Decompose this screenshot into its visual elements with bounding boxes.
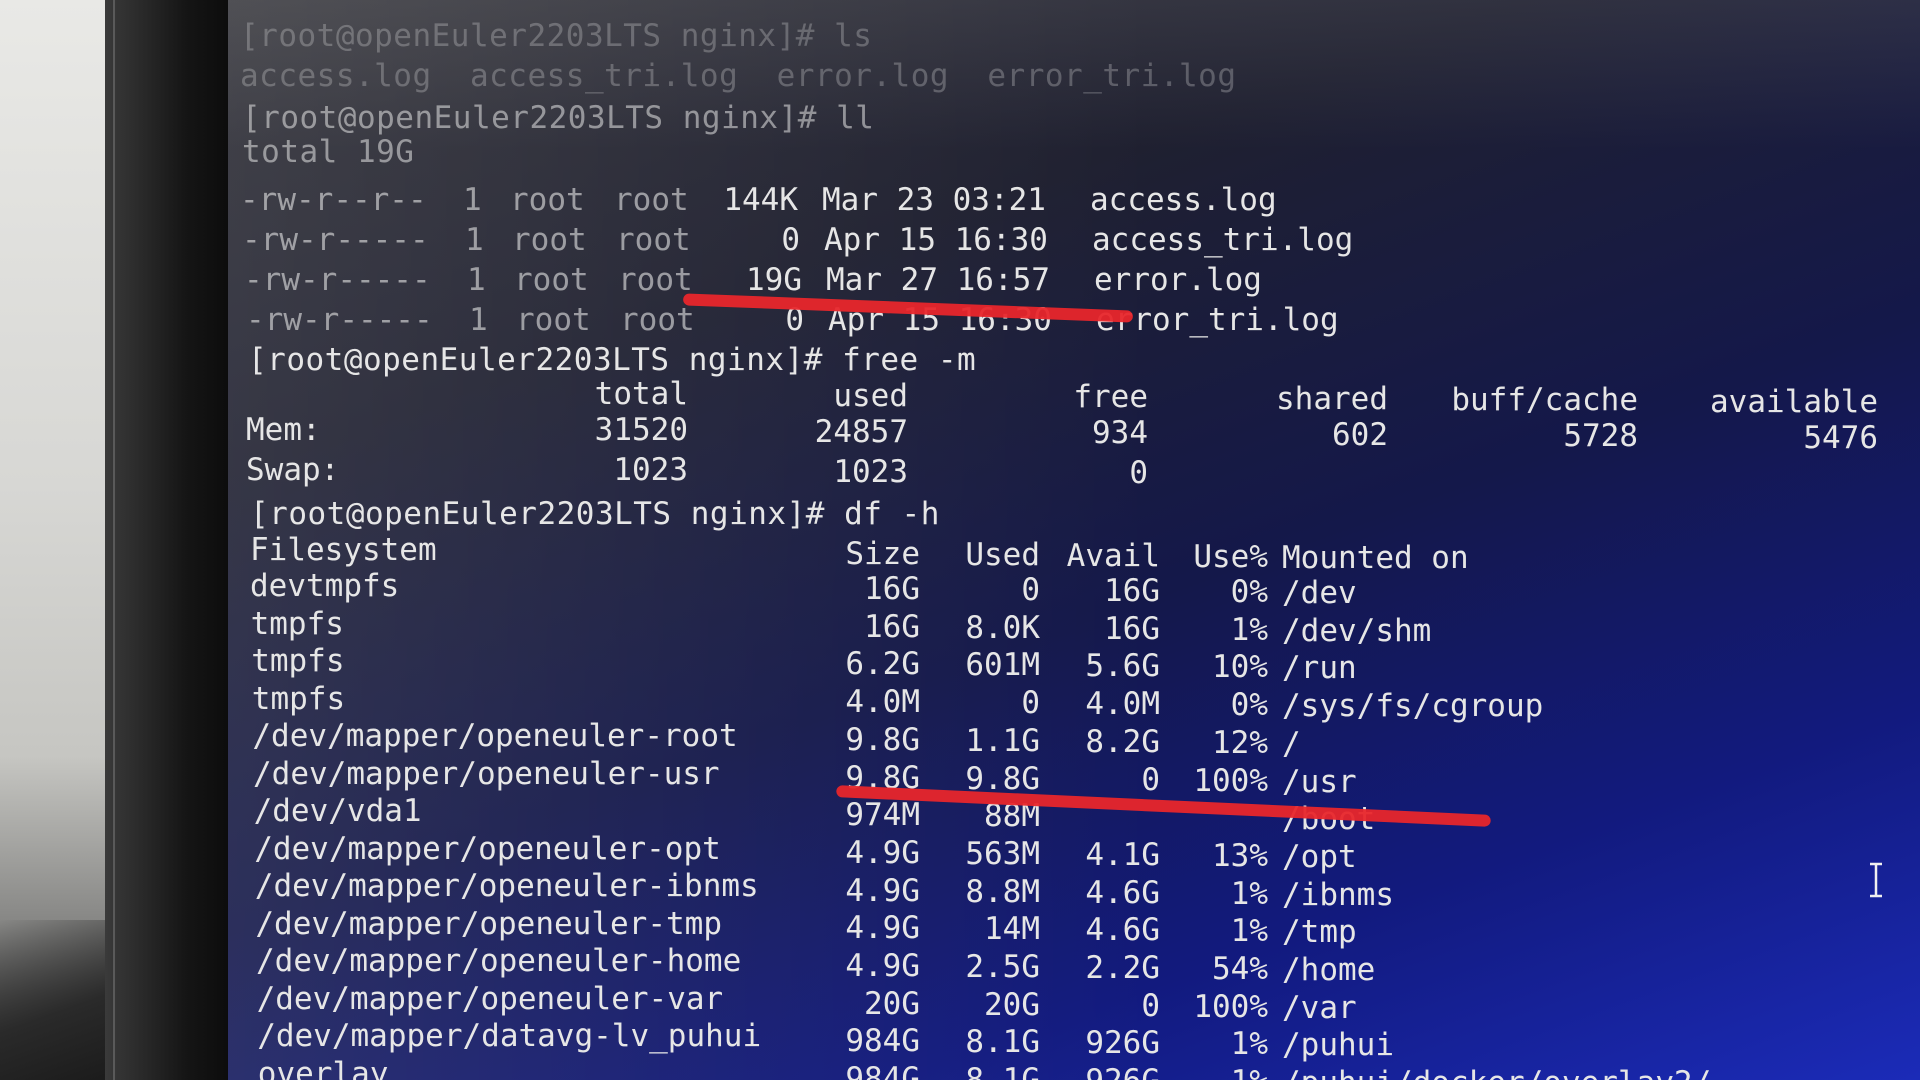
df-use-pct: 1% [1118,1064,1268,1080]
df-mount: /run [1282,650,1357,687]
ll-size: 0 [781,222,800,258]
df-mount: /dev [1282,575,1357,611]
free-value: 1023 [833,453,908,490]
free-header: total [594,376,688,412]
df-mount: / [1282,725,1301,762]
free-value: 5728 [1563,418,1638,454]
df-header-use-pct: Use% [1193,539,1268,575]
df-filesystem: /dev/mapper/openeuler-opt [254,830,721,867]
ll-size: 19G [746,262,802,298]
free-header: shared [1276,380,1388,417]
ll-date: Mar 23 03:21 [822,182,1046,218]
free-value: 934 [1092,415,1148,451]
free-value: 0 [1129,455,1148,491]
ll-date: Mar 27 16:57 [826,262,1050,298]
free-value: 5476 [1803,419,1878,456]
df-use-pct: 1% [1230,875,1268,912]
ll-owner: root [512,222,587,258]
terminal-line-ll: [root@openEuler2203LTS nginx]# ll [242,100,875,136]
df-use-pct: 54% [1212,951,1268,987]
ll-group: root [618,262,693,298]
df-filesystem: /dev/mapper/openeuler-usr [253,755,720,792]
free-header: free [1073,379,1148,415]
df-filesystem: tmpfs [251,643,345,679]
df-mount: /usr [1282,763,1357,800]
df-use-pct: 13% [1212,837,1268,874]
df-use-pct: 1% [1230,913,1268,950]
ll-links: 1 [469,302,488,338]
df-use-pct: 10% [1212,649,1268,686]
ll-filename: access.log [1090,182,1277,218]
df-use-pct: 0% [1230,574,1268,610]
df-use-pct: 12% [1212,724,1268,761]
ll-filename: error.log [1094,262,1262,298]
free-value: 31520 [594,412,688,448]
free-value: 24857 [814,413,908,450]
terminal-screen[interactable]: [root@openEuler2203LTS nginx]# ls access… [228,0,1920,1080]
ll-owner: root [516,302,591,338]
ll-group: root [614,182,689,218]
ll-filename: error_tri.log [1096,302,1339,338]
df-mount: /var [1282,989,1357,1026]
free-header: available [1710,383,1878,420]
df-use-pct: 100% [1193,762,1268,799]
df-use-pct: 100% [1193,988,1268,1025]
df-filesystem: /dev/mapper/datavg-lv_puhui [257,1018,762,1054]
df-header-filesystem: Filesystem [250,532,437,568]
df-mount: /home [1282,952,1376,988]
ll-group: root [616,222,691,258]
ibeam-cursor-icon [1870,862,1882,898]
photo-scene: [root@openEuler2203LTS nginx]# ls access… [0,0,1920,1080]
free-value: 602 [1332,416,1388,453]
df-mount: /ibnms [1282,876,1394,913]
terminal-line-df-cmd: [root@openEuler2203LTS nginx]# df -h [250,496,940,532]
df-filesystem: /dev/mapper/openeuler-ibnms [254,868,759,904]
df-mount: /puhui/docker/overlay2/... [1282,1065,1767,1080]
df-mount: /puhui [1282,1027,1394,1064]
free-row-label: Swap: [246,452,340,488]
ll-owner: root [514,262,589,298]
df-mount: /dev/shm [1282,612,1432,649]
monitor-bezel [105,0,240,1080]
terminal-line-ls-output: access.log access_tri.log error.log erro… [240,58,1237,94]
ll-date: Apr 15 16:30 [824,222,1048,258]
terminal-line-total: total 19G [242,134,415,170]
df-mount: /opt [1282,838,1357,875]
df-use-pct: 1% [1230,1026,1268,1063]
ll-links: 1 [467,262,486,298]
ll-links: 1 [463,182,482,218]
ll-filename: access_tri.log [1092,222,1354,258]
df-filesystem: tmpfs [251,680,346,717]
df-filesystem: /dev/mapper/openeuler-tmp [255,905,722,942]
free-value: 1023 [613,452,688,488]
df-header-mounted-on: Mounted on [1282,540,1469,576]
ll-owner: root [510,182,585,218]
ll-perms: -rw-r--r-- [240,182,427,218]
df-filesystem: /dev/mapper/openeuler-home [256,943,742,979]
ll-perms: -rw-r----- [246,302,433,338]
ll-links: 1 [465,222,484,258]
df-filesystem: /dev/mapper/openeuler-root [252,718,738,754]
df-mount: /tmp [1282,914,1357,951]
df-filesystem: overlay [257,1055,389,1080]
df-filesystem: tmpfs [250,605,344,642]
df-use-pct: 0% [1230,687,1268,724]
free-header: buff/cache [1451,382,1638,418]
df-filesystem: /dev/vda1 [253,793,422,829]
free-header: used [833,377,908,414]
df-filesystem: /dev/mapper/openeuler-var [256,980,724,1017]
df-mount: /sys/fs/cgroup [1282,688,1544,725]
df-filesystem: devtmpfs [250,568,400,604]
ll-group: root [620,302,695,338]
free-row-label: Mem: [246,412,321,448]
ll-perms: -rw-r----- [244,262,431,298]
terminal-line-free-cmd: [root@openEuler2203LTS nginx]# free -m [248,342,977,378]
ll-perms: -rw-r----- [242,222,429,258]
df-use-pct: 1% [1230,611,1268,648]
ll-size: 144K [723,182,798,218]
terminal-line-ls: [root@openEuler2203LTS nginx]# ls [240,18,873,54]
